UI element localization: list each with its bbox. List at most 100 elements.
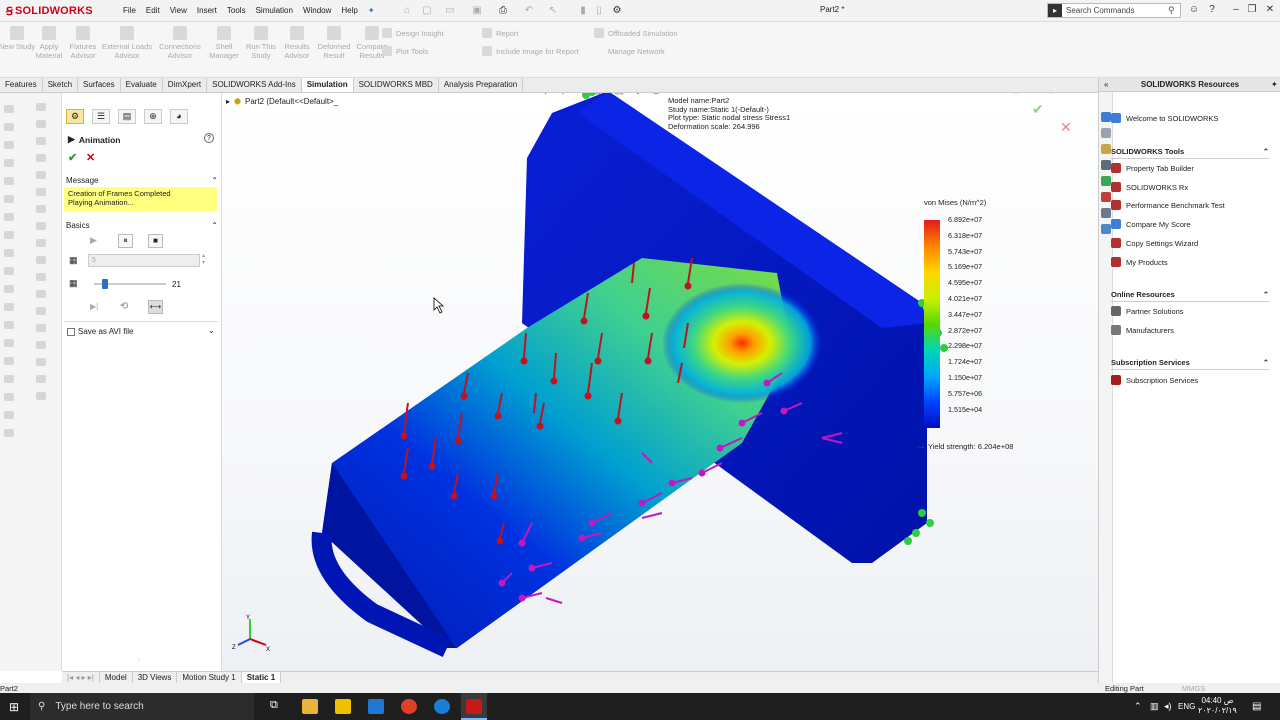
tool-icon[interactable] xyxy=(36,188,46,196)
solidworks-forum-icon[interactable] xyxy=(1101,224,1111,234)
tool-icon[interactable] xyxy=(36,222,46,230)
run-study-button[interactable]: Run This Study xyxy=(242,26,280,60)
tab-evaluate[interactable]: Evaluate xyxy=(121,78,163,92)
cancel-x-icon[interactable]: ✕ xyxy=(1060,119,1072,136)
tool-icon[interactable] xyxy=(36,205,46,213)
tab-addins[interactable]: SOLIDWORKS Add-Ins xyxy=(207,78,302,92)
help-icon[interactable]: ? xyxy=(204,133,214,143)
collapse-icon[interactable]: ⌃ xyxy=(211,176,218,185)
file-props-icon[interactable]: ▯ xyxy=(592,4,606,18)
property-tab-icon[interactable]: ▤ xyxy=(118,109,136,124)
new-icon[interactable]: ▢ xyxy=(420,4,434,18)
collapse-pane-icon[interactable]: « xyxy=(1104,80,1108,89)
menu-insert[interactable]: Insert xyxy=(192,4,222,17)
feature-tree-tab-icon[interactable]: ☰ xyxy=(92,109,110,124)
tool-icon[interactable] xyxy=(36,171,46,179)
offloaded-simulation-button[interactable]: Offloaded Simulation xyxy=(594,28,678,38)
tools-item[interactable]: SOLIDWORKS Rx xyxy=(1111,182,1188,192)
deformed-result-button[interactable]: Deformed Result xyxy=(314,26,354,60)
custom-properties-icon[interactable] xyxy=(1101,192,1111,202)
print-icon[interactable]: ⎙ xyxy=(496,4,510,18)
stop-button[interactable]: ■ xyxy=(148,234,163,248)
tool-icon[interactable] xyxy=(4,213,14,221)
tool-icon[interactable] xyxy=(4,195,14,203)
save-icon[interactable]: ▣ xyxy=(470,4,484,18)
tab-motion-study[interactable]: Motion Study 1 xyxy=(177,672,242,683)
menu-simulation[interactable]: Simulation xyxy=(251,4,298,17)
loop-icon[interactable]: ⟲ xyxy=(120,301,128,312)
report-button[interactable]: Report xyxy=(482,28,519,38)
search-input[interactable]: Search Commands xyxy=(1062,6,1168,15)
help-icon[interactable]: ? xyxy=(1204,3,1220,17)
checkbox-icon[interactable] xyxy=(67,327,75,336)
play-button[interactable]: ▶ xyxy=(90,235,97,246)
config-tab-icon[interactable]: ⊕ xyxy=(144,109,162,124)
slider-thumb[interactable] xyxy=(101,279,108,289)
continuous-play-icon[interactable]: ▶| xyxy=(90,302,98,311)
online-section-header[interactable]: Online Resources ⌃ xyxy=(1111,290,1269,302)
menu-file[interactable]: File xyxy=(118,4,141,17)
appearances-icon[interactable] xyxy=(1101,176,1111,186)
tool-icon[interactable] xyxy=(4,411,14,419)
tool-icon[interactable] xyxy=(4,249,14,257)
reciprocate-icon[interactable]: ⟷ xyxy=(148,300,163,314)
store-icon[interactable] xyxy=(335,699,351,714)
subscription-item[interactable]: Subscription Services xyxy=(1111,375,1198,385)
home-icon[interactable] xyxy=(1101,112,1111,122)
menu-tools[interactable]: Tools xyxy=(222,4,251,17)
tool-icon[interactable] xyxy=(4,141,14,149)
legend-color-bar[interactable] xyxy=(924,220,940,428)
status-units[interactable]: MMGS xyxy=(1182,684,1205,693)
tool-icon[interactable] xyxy=(36,137,46,145)
cancel-button[interactable]: ✕ xyxy=(86,151,95,164)
chevron-down-icon[interactable]: ⌄ xyxy=(208,326,215,335)
tab-features[interactable]: Features xyxy=(0,78,43,92)
design-library-icon[interactable] xyxy=(1101,128,1111,138)
solidworks-taskbar-button[interactable] xyxy=(461,693,487,720)
speed-slider[interactable] xyxy=(94,279,166,289)
pin-icon[interactable]: ✦ xyxy=(1271,80,1278,89)
frames-input[interactable]: 5 xyxy=(88,254,200,267)
spinner-icon[interactable]: ▴ ▾ xyxy=(202,253,205,267)
tools-section-header[interactable]: SOLIDWORKS Tools ⌃ xyxy=(1111,147,1269,159)
tools-item[interactable]: My Products xyxy=(1111,257,1168,267)
basics-section-header[interactable]: Basics ⌃ xyxy=(66,219,218,231)
search-menu-icon[interactable]: ▸ xyxy=(1048,4,1062,17)
tool-icon[interactable] xyxy=(4,339,14,347)
include-image-button[interactable]: Include Image for Report xyxy=(482,46,579,56)
tool-icon[interactable] xyxy=(4,231,14,239)
tool-icon[interactable] xyxy=(4,303,14,311)
tool-icon[interactable] xyxy=(36,392,46,400)
tool-icon[interactable] xyxy=(4,321,14,329)
mail-icon[interactable] xyxy=(368,699,384,714)
language-indicator[interactable]: ENG xyxy=(1178,702,1195,711)
external-loads-button[interactable]: External Loads Advisor xyxy=(100,26,154,60)
notification-icon[interactable]: ▤ xyxy=(1252,701,1261,712)
tab-scroll-icons[interactable]: |◂ ◂ ▸ ▸| xyxy=(62,672,100,683)
forum-icon[interactable] xyxy=(1101,208,1111,218)
tray-chevron-icon[interactable]: ⌃ xyxy=(1134,701,1142,712)
tool-icon[interactable] xyxy=(4,267,14,275)
welcome-link[interactable]: Welcome to SOLIDWORKS xyxy=(1111,113,1218,123)
manage-network-button[interactable]: Manage Network xyxy=(594,46,665,56)
tool-icon[interactable] xyxy=(36,290,46,298)
search-commands[interactable]: ▸ Search Commands ⚲ xyxy=(1047,3,1181,18)
chrome-icon[interactable] xyxy=(401,699,417,714)
tool-icon[interactable] xyxy=(36,273,46,281)
pause-button[interactable]: ⏸ xyxy=(118,234,133,248)
home-icon[interactable]: ⌂ xyxy=(400,4,414,18)
tool-icon[interactable] xyxy=(4,105,14,113)
tab-sketch[interactable]: Sketch xyxy=(43,78,79,92)
restore-button[interactable]: ❐ xyxy=(1244,3,1260,17)
online-item[interactable]: Manufacturers xyxy=(1111,325,1174,335)
tab-static-study[interactable]: Static 1 xyxy=(241,672,282,683)
clock[interactable]: 04:40 ص ٢٠٢٠/٠٢/١٩ xyxy=(1198,696,1237,716)
tool-icon[interactable] xyxy=(36,375,46,383)
options-gear-icon[interactable]: ⚙ xyxy=(610,4,624,18)
tools-item[interactable]: Compare My Score xyxy=(1111,219,1191,229)
tool-icon[interactable] xyxy=(36,324,46,332)
splitter-handle[interactable]: ◦ xyxy=(138,657,140,663)
online-item[interactable]: Partner Solutions xyxy=(1111,306,1184,316)
shell-manager-button[interactable]: Shell Manager xyxy=(204,26,244,60)
display-tab-icon[interactable]: ◕ xyxy=(170,109,188,124)
